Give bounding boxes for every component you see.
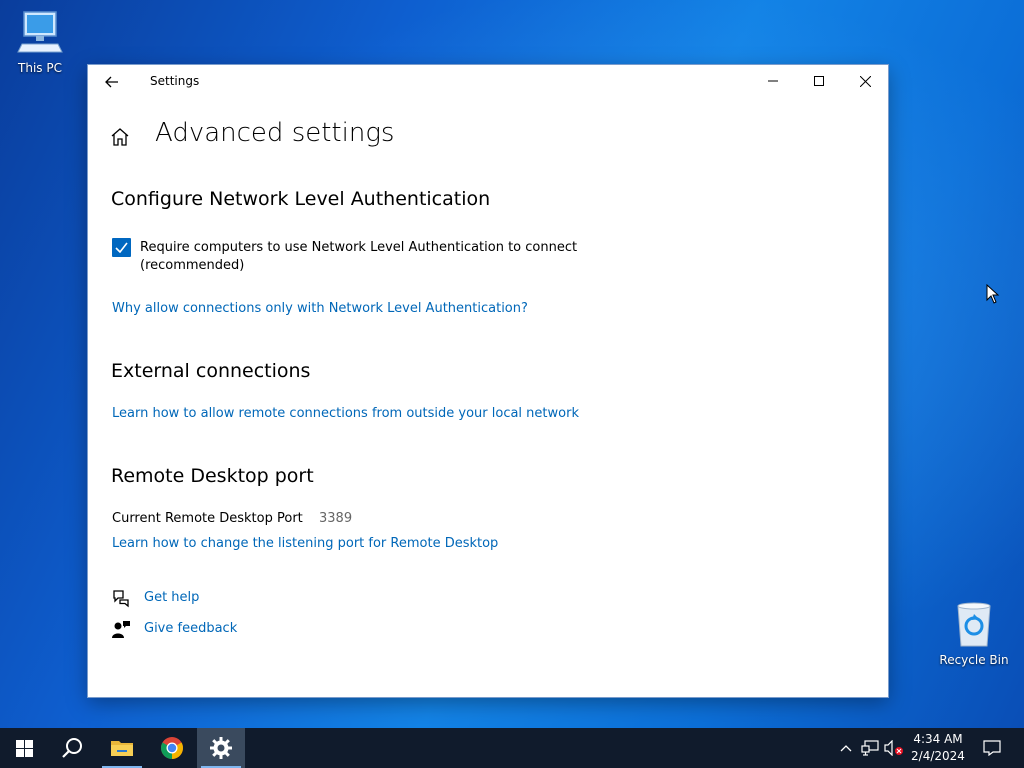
show-hidden-icons-button[interactable] — [836, 738, 856, 758]
get-help-icon — [111, 588, 131, 608]
minimize-button[interactable] — [750, 65, 796, 97]
give-feedback-link[interactable]: Give feedback — [144, 621, 237, 636]
section-heading-port: Remote Desktop port — [111, 465, 314, 487]
search-button[interactable] — [48, 728, 96, 768]
desktop-icon-label: Recycle Bin — [939, 653, 1009, 667]
start-button[interactable] — [0, 728, 48, 768]
computer-icon — [17, 11, 63, 53]
chrome-button[interactable] — [148, 728, 196, 768]
get-help-link[interactable]: Get help — [144, 590, 199, 605]
back-button[interactable] — [98, 69, 126, 95]
recycle-bin-icon — [957, 602, 991, 647]
section-heading-external: External connections — [111, 360, 311, 382]
folder-icon — [111, 741, 133, 756]
gear-icon — [210, 737, 232, 759]
port-label: Current Remote Desktop Port — [112, 511, 303, 526]
search-icon — [62, 738, 82, 758]
chevron-up-icon — [840, 745, 852, 752]
windows-logo-icon — [15, 739, 33, 757]
minimize-icon — [768, 80, 778, 82]
desktop-icon-label: This PC — [18, 61, 62, 75]
close-button[interactable] — [842, 65, 888, 97]
section-heading-nla: Configure Network Level Authentication — [111, 188, 491, 210]
maximize-icon — [814, 76, 824, 86]
give-feedback-icon — [111, 619, 131, 639]
desktop-icon-recycle-bin[interactable]: Recycle Bin — [936, 600, 1012, 667]
clock-date: 2/4/2024 — [911, 749, 965, 763]
external-connections-link[interactable]: Learn how to allow remote connections fr… — [112, 406, 579, 421]
nla-checkbox[interactable] — [112, 238, 131, 257]
close-icon — [859, 75, 871, 87]
window-title: Settings — [150, 74, 200, 88]
network-icon — [861, 740, 879, 756]
back-arrow-icon — [105, 76, 118, 88]
maximize-button[interactable] — [796, 65, 842, 97]
volume-tray-button[interactable] — [884, 738, 904, 758]
settings-window: Settings Advanced settings Configure Net… — [88, 65, 888, 697]
taskbar: 4:34 AM 2/4/2024 — [0, 728, 1024, 768]
checkmark-icon — [115, 242, 128, 253]
nla-checkbox-label[interactable]: Require computers to use Network Level A… — [140, 239, 580, 275]
chrome-icon — [161, 737, 183, 759]
change-port-link[interactable]: Learn how to change the listening port f… — [112, 536, 498, 551]
settings-taskbar-button[interactable] — [197, 728, 245, 768]
clock-time: 4:34 AM — [913, 732, 963, 746]
home-icon — [111, 128, 129, 146]
mouse-cursor-icon — [986, 284, 1000, 304]
volume-muted-icon — [884, 740, 903, 756]
notification-icon — [983, 740, 1001, 756]
desktop-icon-this-pc[interactable]: This PC — [2, 10, 78, 75]
title-bar: Settings — [88, 65, 888, 98]
home-button[interactable] — [110, 127, 130, 150]
page-title: Advanced settings — [155, 118, 395, 148]
nla-info-link[interactable]: Why allow connections only with Network … — [112, 301, 528, 316]
port-value: 3389 — [319, 511, 353, 526]
file-explorer-button[interactable] — [98, 728, 146, 768]
network-tray-button[interactable] — [860, 738, 880, 758]
taskbar-clock[interactable]: 4:34 AM 2/4/2024 — [908, 731, 968, 765]
action-center-button[interactable] — [982, 738, 1002, 758]
